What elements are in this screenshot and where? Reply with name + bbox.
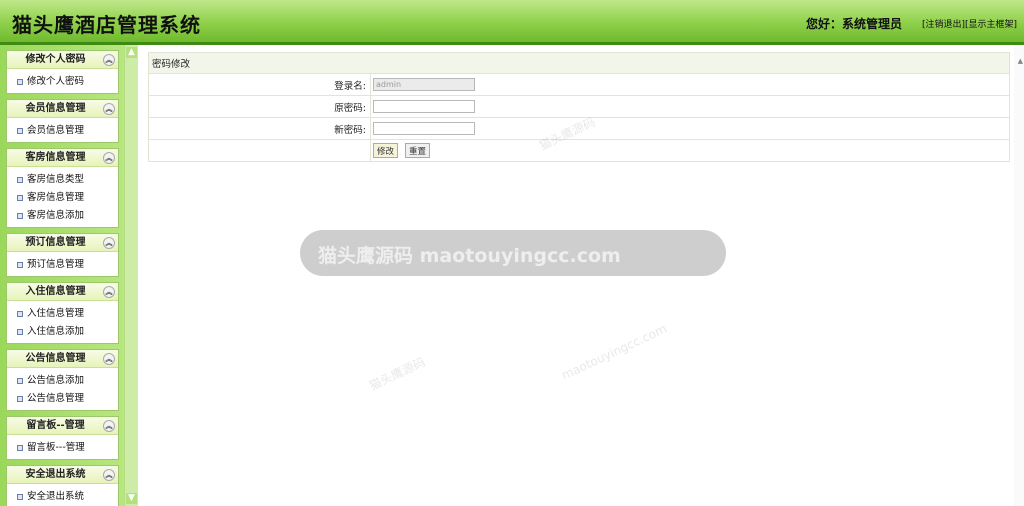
collapse-up-icon[interactable]: ︽ bbox=[103, 469, 115, 481]
app-header: 猫头鹰酒店管理系统 您好：系统管理员 [注销退出][显示主框架] bbox=[0, 0, 1024, 45]
sidebar-item-room-types[interactable]: 客房信息类型 bbox=[7, 171, 118, 189]
menu-group-rooms: 客房信息管理 ︽ 客房信息类型 客房信息管理 客房信息添加 bbox=[6, 148, 119, 228]
bullet-icon bbox=[17, 78, 23, 85]
menu-group-header[interactable]: 留言板--管理 ︽ bbox=[7, 417, 118, 435]
menu-group-header[interactable]: 入住信息管理 ︽ bbox=[7, 283, 118, 301]
username-field[interactable] bbox=[373, 78, 475, 91]
collapse-up-icon[interactable]: ︽ bbox=[103, 237, 115, 249]
faint-watermark: 猫头鹰源码 bbox=[367, 354, 428, 393]
old-password-label: 原密码: bbox=[148, 95, 371, 118]
reset-button[interactable]: 重置 bbox=[405, 143, 431, 158]
form-section-title: 密码修改 bbox=[148, 52, 1010, 74]
watermark-banner: 猫头鹰源码 maotouyingcc.com bbox=[300, 230, 726, 276]
sidebar-item-change-password[interactable]: 修改个人密码 bbox=[7, 73, 118, 91]
sidebar-item-checkin-manage[interactable]: 入住信息管理 bbox=[7, 305, 118, 323]
bullet-icon bbox=[17, 444, 23, 451]
menu-group-checkin: 入住信息管理 ︽ 入住信息管理 入住信息添加 bbox=[6, 282, 119, 344]
page-scrollbar[interactable]: ▲ bbox=[1014, 45, 1024, 506]
bullet-icon bbox=[17, 395, 23, 402]
bullet-icon bbox=[17, 212, 23, 219]
sidebar-item-label: 公告信息管理 bbox=[27, 393, 85, 404]
menu-group-bookings: 预订信息管理 ︽ 预订信息管理 bbox=[6, 233, 119, 277]
collapse-up-icon[interactable]: ︽ bbox=[103, 103, 115, 115]
menu-group-members: 会员信息管理 ︽ 会员信息管理 bbox=[6, 99, 119, 143]
sidebar-splitter[interactable]: ▲ ▼ bbox=[124, 45, 138, 506]
sidebar-item-room-add[interactable]: 客房信息添加 bbox=[7, 207, 118, 225]
sidebar-item-guestbook-manage[interactable]: 留言板---管理 bbox=[7, 439, 118, 457]
sidebar-item-label: 修改个人密码 bbox=[27, 76, 85, 87]
watermark-text: 猫头鹰源码 maotouyingcc.com bbox=[318, 245, 621, 267]
menu-group-header[interactable]: 会员信息管理 ︽ bbox=[7, 100, 118, 118]
app-title: 猫头鹰酒店管理系统 bbox=[12, 13, 201, 37]
sidebar-item-label: 公告信息添加 bbox=[27, 375, 85, 386]
new-password-label: 新密码: bbox=[148, 117, 371, 140]
sidebar-item-label: 留言板---管理 bbox=[27, 442, 85, 453]
sidebar-item-safe-logout[interactable]: 安全退出系统 bbox=[7, 488, 118, 506]
user-greeting: 您好：系统管理员 bbox=[806, 17, 903, 31]
menu-group-header[interactable]: 安全退出系统 ︽ bbox=[7, 466, 118, 484]
sidebar-item-label: 安全退出系统 bbox=[27, 491, 85, 502]
scroll-down-icon[interactable]: ▼ bbox=[126, 493, 137, 504]
faint-watermark: maotouyingcc.com bbox=[559, 321, 669, 383]
password-form-table: 密码修改 登录名: 原密码: 新密码: 修改 重置 bbox=[148, 52, 1010, 162]
form-row-old-password: 原密码: bbox=[148, 95, 1010, 118]
menu-group-title: 修改个人密码 bbox=[25, 54, 86, 65]
sidebar-item-member-manage[interactable]: 会员信息管理 bbox=[7, 122, 118, 140]
sidebar-item-checkin-add[interactable]: 入住信息添加 bbox=[7, 323, 118, 341]
bullet-icon bbox=[17, 127, 23, 134]
menu-group-guestbook: 留言板--管理 ︽ 留言板---管理 bbox=[6, 416, 119, 460]
bullet-icon bbox=[17, 328, 23, 335]
menu-group-title: 会员信息管理 bbox=[25, 103, 86, 114]
menu-group-change-password: 修改个人密码 ︽ 修改个人密码 bbox=[6, 50, 119, 94]
collapse-up-icon[interactable]: ︽ bbox=[103, 420, 115, 432]
scroll-up-icon[interactable]: ▲ bbox=[126, 47, 137, 58]
collapse-up-icon[interactable]: ︽ bbox=[103, 54, 115, 66]
sidebar-item-label: 客房信息添加 bbox=[27, 210, 85, 221]
sidebar-item-booking-manage[interactable]: 预订信息管理 bbox=[7, 256, 118, 274]
empty-cell bbox=[148, 139, 371, 162]
menu-group-header[interactable]: 客房信息管理 ︽ bbox=[7, 149, 118, 167]
sidebar-item-label: 入住信息管理 bbox=[27, 308, 85, 319]
old-password-field[interactable] bbox=[373, 100, 475, 113]
sidebar-item-notice-manage[interactable]: 公告信息管理 bbox=[7, 390, 118, 408]
sidebar-item-label: 预订信息管理 bbox=[27, 259, 85, 270]
bullet-icon bbox=[17, 261, 23, 268]
bullet-icon bbox=[17, 493, 23, 500]
collapse-up-icon[interactable]: ︽ bbox=[103, 353, 115, 365]
menu-group-header[interactable]: 公告信息管理 ︽ bbox=[7, 350, 118, 368]
sidebar-item-notice-add[interactable]: 公告信息添加 bbox=[7, 372, 118, 390]
submit-button[interactable]: 修改 bbox=[373, 143, 399, 158]
header-links: [注销退出][显示主框架] bbox=[922, 17, 1017, 30]
menu-group-header[interactable]: 修改个人密码 ︽ bbox=[7, 51, 118, 69]
sidebar-item-label: 入住信息添加 bbox=[27, 326, 85, 337]
bullet-icon bbox=[17, 176, 23, 183]
menu-group-title: 安全退出系统 bbox=[25, 469, 86, 480]
username-label: 登录名: bbox=[148, 73, 371, 96]
new-password-field[interactable] bbox=[373, 122, 475, 135]
sidebar-menu: 修改个人密码 ︽ 修改个人密码 会员信息管理 ︽ 会员信息管理 客房信息管理 ︽… bbox=[0, 45, 124, 506]
menu-group-notices: 公告信息管理 ︽ 公告信息添加 公告信息管理 bbox=[6, 349, 119, 411]
menu-group-logout: 安全退出系统 ︽ 安全退出系统 bbox=[6, 465, 119, 506]
menu-group-title: 入住信息管理 bbox=[25, 286, 86, 297]
sidebar-item-room-manage[interactable]: 客房信息管理 bbox=[7, 189, 118, 207]
menu-group-title: 客房信息管理 bbox=[25, 152, 86, 163]
sidebar-item-label: 会员信息管理 bbox=[27, 125, 85, 136]
collapse-up-icon[interactable]: ︽ bbox=[103, 286, 115, 298]
sidebar-item-label: 客房信息类型 bbox=[27, 174, 85, 185]
bullet-icon bbox=[17, 194, 23, 201]
menu-group-title: 公告信息管理 bbox=[25, 353, 86, 364]
show-main-frame-link[interactable]: [显示主框架] bbox=[965, 20, 1017, 30]
logout-link[interactable]: [注销退出] bbox=[922, 20, 965, 30]
scroll-up-icon[interactable]: ▲ bbox=[1018, 57, 1023, 65]
collapse-up-icon[interactable]: ︽ bbox=[103, 152, 115, 164]
menu-group-title: 留言板--管理 bbox=[26, 420, 85, 431]
menu-group-header[interactable]: 预订信息管理 ︽ bbox=[7, 234, 118, 252]
bullet-icon bbox=[17, 377, 23, 384]
bullet-icon bbox=[17, 310, 23, 317]
menu-group-title: 预订信息管理 bbox=[25, 237, 86, 248]
form-row-actions: 修改 重置 bbox=[148, 139, 1010, 162]
sidebar-item-label: 客房信息管理 bbox=[27, 192, 85, 203]
form-row-username: 登录名: bbox=[148, 73, 1010, 96]
